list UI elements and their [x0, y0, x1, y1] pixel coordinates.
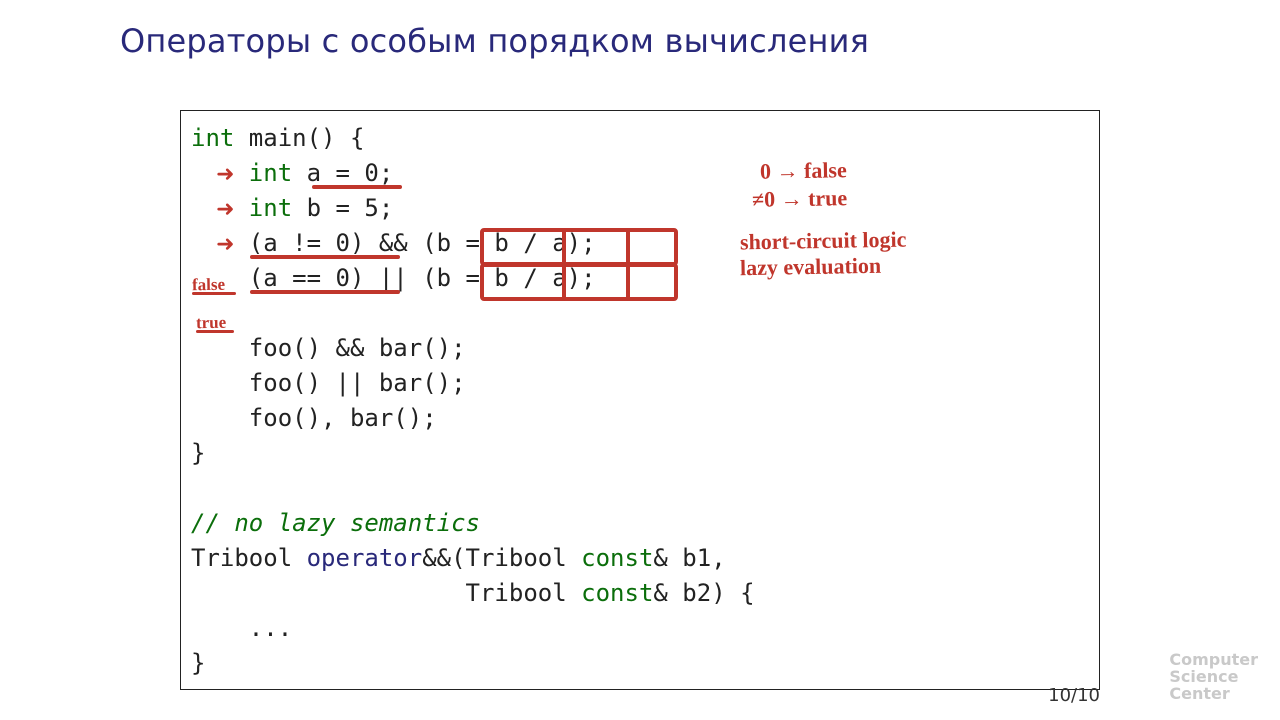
- note-ne0-true: ≠0 → true: [752, 185, 848, 213]
- underline-a-eq-0: [250, 290, 400, 294]
- underline-false: [192, 292, 236, 295]
- code-l12a: Tribool: [191, 579, 581, 607]
- csc-logo: Computer Science Center: [1169, 651, 1258, 702]
- box-b-div-a-inner-2: [562, 263, 630, 301]
- slide-root: Операторы с особым порядком вычисления i…: [0, 0, 1280, 720]
- note-short-circuit: short-circuit logic: [740, 227, 907, 256]
- kw-operator: operator: [307, 544, 423, 572]
- arrow-icon: ➜: [216, 197, 234, 222]
- code-l11c: & b1,: [653, 544, 725, 572]
- kw-int: int: [249, 194, 292, 222]
- code-block: int main() { int a = 0; int b = 5; (a !=…: [191, 121, 755, 681]
- underline-true: [196, 330, 234, 333]
- logo-line3: Center: [1169, 685, 1258, 702]
- code-l1: main() {: [234, 124, 364, 152]
- code-l7: foo() || bar();: [191, 369, 466, 397]
- comment-lazy: // no lazy semantics: [191, 509, 480, 537]
- code-l11b: &&(Tribool: [422, 544, 581, 572]
- code-l12b: & b2) {: [653, 579, 754, 607]
- slide-title: Операторы с особым порядком вычисления: [120, 22, 869, 60]
- underline-a0: [312, 185, 402, 189]
- note-0-false: 0 → false: [760, 157, 847, 185]
- logo-line2: Science: [1169, 668, 1258, 685]
- code-l6: foo() && bar();: [191, 334, 466, 362]
- box-b-div-a-inner-1: [562, 228, 630, 266]
- kw-const: const: [581, 544, 653, 572]
- kw-const: const: [581, 579, 653, 607]
- kw-int: int: [249, 159, 292, 187]
- code-l2: a = 0;: [292, 159, 393, 187]
- code-l14: }: [191, 649, 205, 677]
- underline-a-neq-0: [250, 255, 400, 259]
- code-l13: ...: [191, 614, 292, 642]
- code-l8: foo(), bar();: [191, 404, 437, 432]
- logo-line1: Computer: [1169, 651, 1258, 668]
- note-lazy-eval: lazy evaluation: [740, 253, 882, 281]
- arrow-icon: ➜: [216, 162, 234, 187]
- code-l11a: Tribool: [191, 544, 307, 572]
- page-number: 10/10: [1048, 685, 1100, 706]
- arrow-icon: ➜: [216, 232, 234, 257]
- kw-int: int: [191, 124, 234, 152]
- code-l3: b = 5;: [292, 194, 393, 222]
- code-frame: int main() { int a = 0; int b = 5; (a !=…: [180, 110, 1100, 690]
- code-l9: }: [191, 439, 205, 467]
